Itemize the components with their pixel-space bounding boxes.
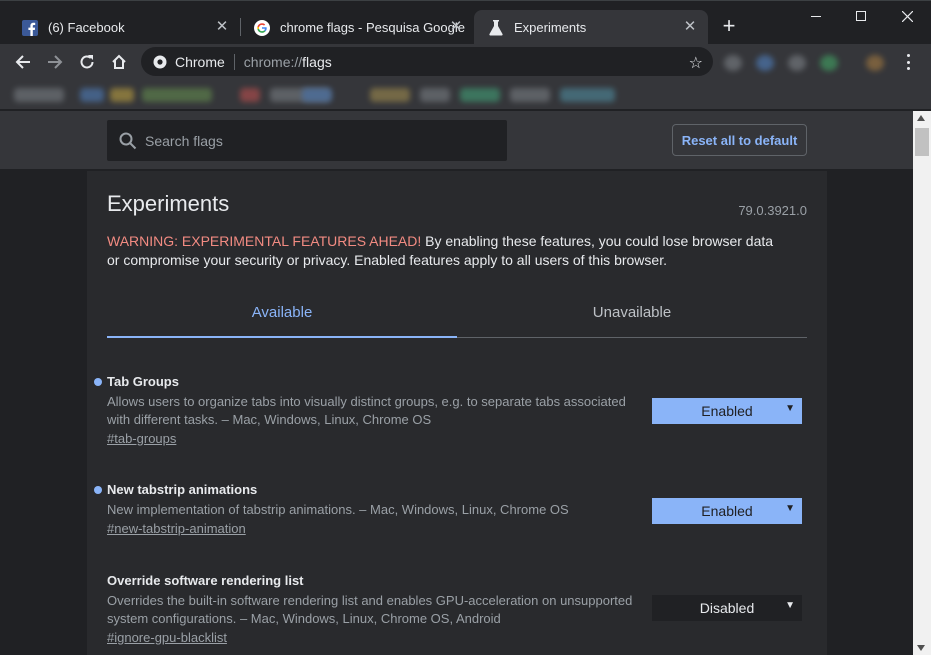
tab-title: chrome flags - Pesquisa Google (280, 20, 465, 35)
tab-google-search[interactable]: chrome flags - Pesquisa Google ✕ (240, 10, 474, 45)
arrow-right-icon (48, 55, 63, 69)
search-icon (119, 132, 137, 149)
tab-title: (6) Facebook (48, 20, 125, 35)
close-tab-icon[interactable]: ✕ (214, 19, 230, 35)
select-value: Enabled (701, 503, 753, 519)
flag-permalink[interactable]: #new-tabstrip-animation (107, 521, 246, 536)
minimize-button[interactable] (793, 5, 839, 27)
flags-header: Reset all to default (0, 111, 913, 170)
flag-description: New implementation of tabstrip animation… (107, 502, 569, 517)
availability-tabs: Available Unavailable (107, 292, 807, 338)
bookmarks-bar (0, 80, 931, 110)
address-bar[interactable]: Chrome chrome://flags ☆ (141, 47, 713, 76)
new-tab-button[interactable]: + (718, 15, 740, 38)
flag-permalink[interactable]: #tab-groups (107, 431, 176, 446)
url-host: flags (302, 53, 332, 70)
modified-indicator-icon (94, 486, 102, 494)
origin-chip: Chrome (175, 53, 225, 70)
star-icon[interactable]: ☆ (689, 53, 703, 73)
flag-item: New tabstrip animations New implementati… (94, 482, 807, 538)
bookmark-item[interactable] (110, 88, 134, 102)
flag-name: Override software rendering list (107, 573, 304, 588)
reset-all-button[interactable]: Reset all to default (672, 124, 807, 156)
tab-strip: (6) Facebook ✕ chrome flags - Pesquisa G… (0, 0, 931, 45)
back-button[interactable] (11, 50, 35, 74)
extension-icon[interactable] (724, 55, 742, 71)
flask-icon (488, 19, 504, 36)
dropdown-arrow-icon: ▼ (785, 600, 795, 611)
bookmark-item[interactable] (240, 88, 260, 102)
scroll-up-icon[interactable] (917, 115, 925, 121)
flag-state-select[interactable]: Enabled ▼ (652, 498, 802, 524)
home-icon (112, 54, 126, 69)
maximize-button[interactable] (838, 5, 884, 27)
dropdown-arrow-icon: ▼ (785, 503, 795, 514)
google-icon (254, 19, 270, 36)
arrow-left-icon (15, 55, 30, 69)
vertical-scrollbar[interactable] (913, 111, 931, 655)
flag-item: Tab Groups Allows users to organize tabs… (94, 374, 807, 448)
url-text: chrome://flags (244, 54, 332, 70)
extension-icon[interactable] (866, 55, 884, 71)
bookmark-item[interactable] (14, 88, 64, 102)
bookmark-item[interactable] (80, 88, 104, 102)
bookmark-item[interactable] (420, 88, 450, 102)
forward-button[interactable] (43, 50, 67, 74)
experiments-panel: Experiments 79.0.3921.0 WARNING: EXPERIM… (87, 171, 827, 655)
search-box[interactable] (107, 120, 507, 161)
reload-icon (80, 55, 94, 69)
divider (233, 53, 235, 70)
flag-name: New tabstrip animations (107, 482, 258, 497)
tab-unavailable[interactable]: Unavailable (457, 292, 807, 338)
bookmark-item[interactable] (302, 88, 332, 102)
bookmark-item[interactable] (560, 88, 615, 102)
flag-state-select[interactable]: Enabled ▼ (652, 398, 802, 424)
flag-name: Tab Groups (107, 374, 179, 389)
modified-indicator-icon (94, 378, 102, 386)
version-number: 79.0.3921.0 (738, 203, 807, 218)
extension-icon[interactable] (756, 55, 774, 71)
reload-button[interactable] (75, 50, 99, 74)
chrome-icon (153, 55, 167, 68)
warning-message: WARNING: EXPERIMENTAL FEATURES AHEAD! By… (107, 232, 787, 270)
flag-state-select[interactable]: Disabled ▼ (652, 595, 802, 621)
flag-description: Overrides the built-in software renderin… (107, 593, 633, 626)
select-value: Disabled (699, 600, 755, 616)
dropdown-arrow-icon: ▼ (785, 403, 795, 414)
facebook-icon (22, 19, 38, 36)
browser-window: (6) Facebook ✕ chrome flags - Pesquisa G… (0, 0, 931, 655)
flag-description: Allows users to organize tabs into visua… (107, 394, 626, 427)
bookmark-item[interactable] (370, 88, 410, 102)
close-tab-icon[interactable]: ✕ (448, 19, 464, 35)
bookmark-item[interactable] (460, 88, 500, 102)
toolbar: Chrome chrome://flags ☆ (0, 44, 931, 80)
close-window-button[interactable] (884, 5, 930, 27)
bookmark-item[interactable] (510, 88, 550, 102)
url-scheme: chrome:// (243, 53, 303, 70)
scrollbar-thumb[interactable] (915, 128, 929, 156)
warning-label: WARNING: EXPERIMENTAL FEATURES AHEAD! (107, 233, 422, 249)
bookmark-item[interactable] (142, 88, 212, 102)
home-button[interactable] (107, 50, 131, 74)
select-value: Enabled (701, 403, 753, 419)
scroll-down-icon[interactable] (917, 645, 925, 651)
tab-title: Experiments (514, 20, 587, 35)
extension-icon[interactable] (788, 55, 806, 71)
page-title: Experiments (107, 191, 230, 216)
tab-available[interactable]: Available (107, 292, 457, 338)
tab-experiments[interactable]: Experiments ✕ (474, 10, 708, 45)
tab-facebook[interactable]: (6) Facebook ✕ (8, 10, 240, 45)
close-tab-icon[interactable]: ✕ (682, 19, 698, 35)
search-input[interactable] (145, 132, 485, 149)
menu-dots-icon[interactable] (900, 52, 916, 72)
flag-item: Override software rendering list Overrid… (107, 573, 807, 647)
flag-permalink[interactable]: #ignore-gpu-blacklist (107, 630, 227, 645)
extension-icon[interactable] (820, 55, 838, 71)
